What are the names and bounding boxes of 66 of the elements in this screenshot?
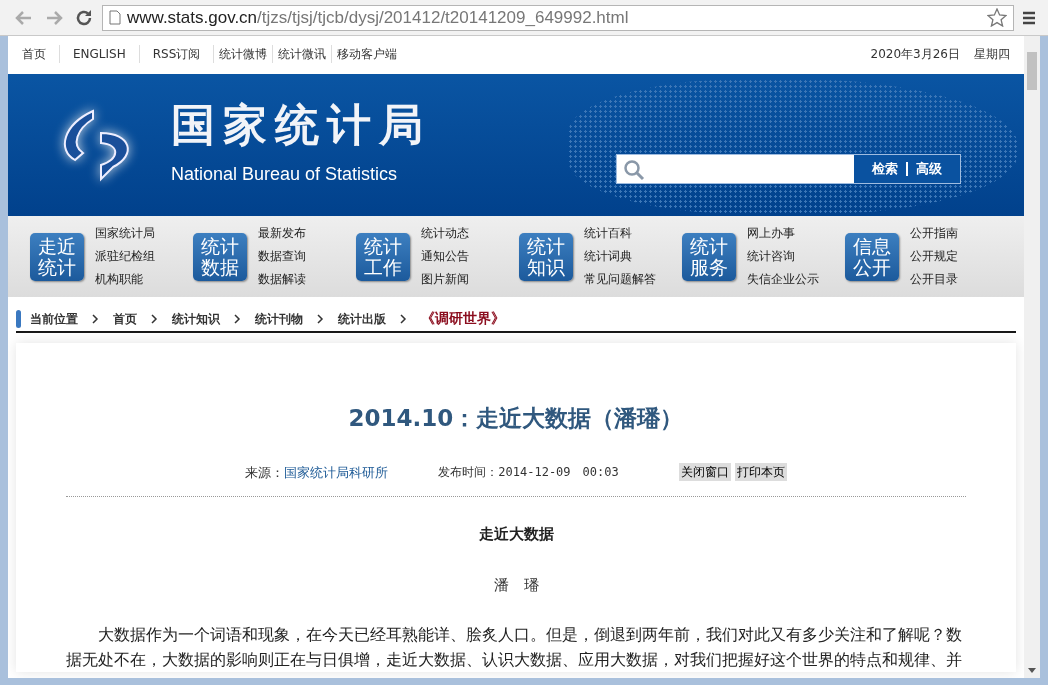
site-subtitle: National Bureau of Statistics [171,162,399,186]
top-link[interactable]: RSS订阅 [138,45,214,63]
action-button[interactable]: 关闭窗口 [678,463,731,482]
search-field[interactable]: 检索 高级 [616,154,961,184]
nav-link[interactable]: 机构职能 [95,271,155,288]
nav-category-tile[interactable]: 统计工作 [356,232,410,281]
chevron-icon [317,313,324,324]
nav-link[interactable]: 统计百科 [584,225,656,242]
article-paragraph: 大数据作为一个词语和现象，在今天已经耳熟能详、脍炙人口。但是，倒退到两年前，我们对此又有多少关注和了解呢？数据无处不在，大数据的影响则正在与日俱增，走近大数据、认识大数据、应用大数据，对我们把握好这个世界的特点和规律、并 [66,624,962,671]
nav-link[interactable]: 网上办事 [747,225,819,242]
search-button[interactable]: 检索 [864,159,906,179]
breadcrumb-link[interactable]: 统计刊物 [255,309,303,328]
nav-link[interactable]: 图片新闻 [421,271,469,288]
breadcrumb-marker [16,309,21,328]
scrollbar[interactable] [1024,36,1040,678]
breadcrumb-link[interactable]: 统计出版 [338,309,386,328]
nav-link[interactable]: 统计动态 [421,225,469,242]
top-link[interactable]: 首页 [22,45,59,63]
nav-category-tile[interactable]: 统计知识 [519,232,573,281]
publish-time: 发布时间：2014-12-09 00:03 [438,464,619,482]
source-link[interactable]: 国家统计局科研所 [284,462,389,482]
address-bar[interactable]: www.stats.gov.cn/tjzs/tjsj/tjcb/dysj/201412/t20141209_649992.html [102,4,1014,31]
scroll-down-icon[interactable] [1028,668,1036,673]
article-heading: 走近大数据 [477,524,555,545]
nav-link[interactable]: 派驻纪检组 [95,248,155,265]
chevron-icon [92,313,99,324]
scrollbar-thumb[interactable] [1027,52,1037,90]
nav-link[interactable]: 公开规定 [910,248,958,265]
nav-link[interactable]: 统计咨询 [747,248,819,265]
nav-link[interactable]: 通知公告 [421,248,469,265]
author-name: 潘 璠 [492,574,540,596]
nav-category-tile[interactable]: 统计服务 [682,232,736,281]
nav-link[interactable]: 数据解读 [258,271,306,288]
site-title: 国家统计局 [171,102,431,147]
nav-category-tile[interactable]: 走近统计 [30,232,84,281]
nav-link[interactable]: 常见问题解答 [584,271,656,288]
breadcrumb-link[interactable]: 《调研世界》 [421,308,505,329]
source-label: 来源： [245,463,285,482]
star-icon[interactable] [987,8,1007,27]
page-icon [109,10,121,25]
nav-link[interactable]: 失信企业公示 [747,271,819,288]
breadcrumb-link[interactable]: 统计知识 [172,309,220,328]
nav-category-tile[interactable]: 信息公开 [845,232,899,281]
nav-link[interactable]: 数据查询 [258,248,306,265]
article-title: 2014.10：走近大数据（潘璠） [347,404,685,433]
nav-link[interactable]: 公开指南 [910,225,958,242]
search-button[interactable]: 高级 [906,162,950,176]
chevron-icon [400,313,407,324]
nav-link[interactable]: 公开目录 [910,271,958,288]
action-button[interactable]: 打印本页 [734,463,787,482]
weekday-text: 星期四 [974,46,1010,63]
breadcrumb-link[interactable]: 首页 [113,309,137,328]
top-link[interactable]: 统计微博 [213,45,273,63]
top-link[interactable]: 统计微讯 [272,45,332,63]
top-link[interactable]: ENGLISH [59,45,139,63]
nav-link[interactable]: 最新发布 [258,225,306,242]
nav-link[interactable]: 统计词典 [584,248,656,265]
search-icon [623,159,645,181]
nav-category-tile[interactable]: 统计数据 [193,232,247,281]
chevron-icon [234,313,241,324]
nav-link[interactable]: 国家统计局 [95,225,155,242]
date-text: 2020年3月26日 [870,46,960,63]
breadcrumb-label: 当前位置 [30,310,78,328]
url-text: www.stats.gov.cn/tjzs/tjsj/tjcb/dysj/201412/t20141209_649992.html [127,6,629,29]
top-link[interactable]: 移动客户端 [331,45,403,63]
chevron-icon [151,313,158,324]
